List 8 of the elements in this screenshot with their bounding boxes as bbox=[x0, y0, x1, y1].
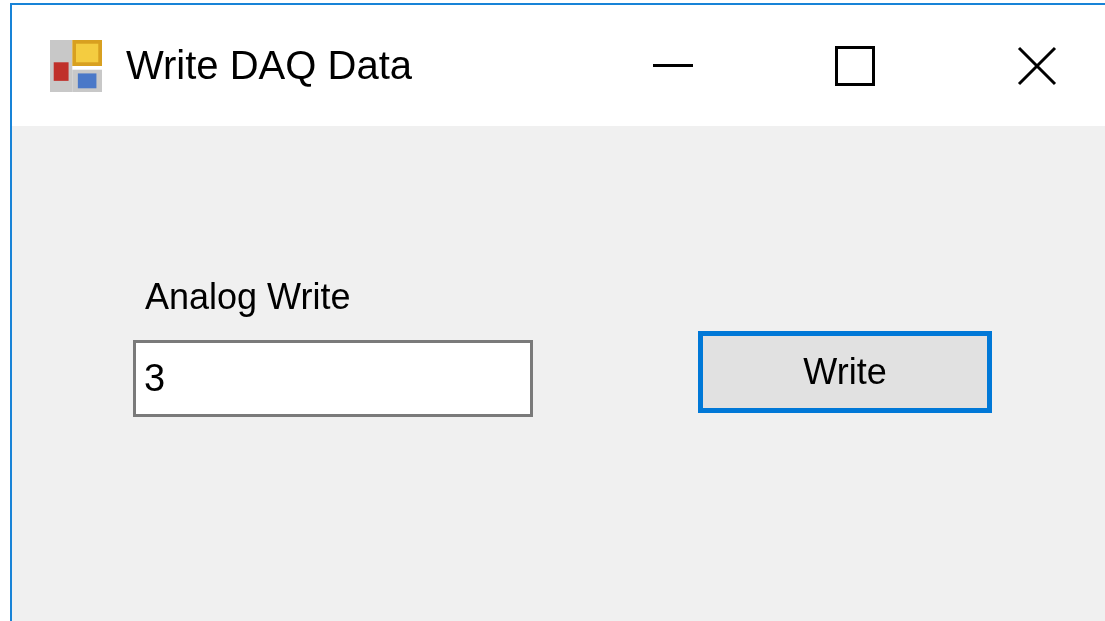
field-label: Analog Write bbox=[145, 276, 352, 318]
write-button[interactable]: Write bbox=[698, 331, 992, 413]
input-field[interactable]: 3 bbox=[133, 340, 533, 417]
minimize-icon[interactable] bbox=[653, 63, 693, 68]
maximize-icon[interactable] bbox=[835, 45, 875, 86]
app-icon bbox=[48, 39, 104, 92]
close-icon[interactable] bbox=[1017, 45, 1057, 86]
window-title: Write DAQ Data bbox=[126, 43, 412, 88]
